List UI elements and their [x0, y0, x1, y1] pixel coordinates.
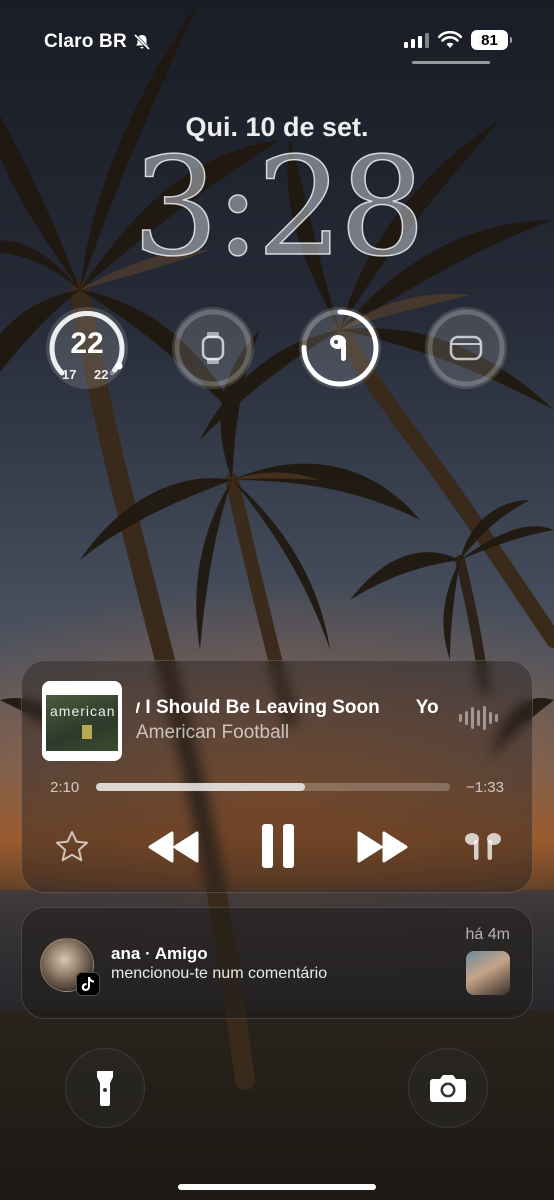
rewind-button[interactable] — [146, 825, 202, 869]
airpods-battery-widget[interactable] — [299, 307, 381, 389]
weather-widget[interactable]: 22 17 22 — [46, 307, 128, 389]
battery-level: 81 — [481, 31, 498, 49]
track-title-text: How I Should Be Leaving Soon — [136, 697, 380, 718]
flashlight-button[interactable] — [65, 1048, 145, 1128]
carrier-label: Claro BR — [44, 31, 127, 52]
status-icons: 81 — [404, 30, 512, 50]
temperature-current: 22 — [70, 327, 104, 360]
fast-forward-icon — [357, 831, 408, 863]
album-artwork[interactable]: american — [42, 681, 122, 761]
temperature-low: 17 — [62, 367, 77, 382]
flashlight-icon — [97, 1071, 113, 1106]
notification-title: ana · Amigo — [111, 944, 208, 963]
airpods-battery-ring — [301, 309, 379, 387]
wifi-icon — [438, 31, 462, 48]
waveform-icon — [459, 705, 498, 731]
audio-output-button[interactable] — [463, 827, 503, 867]
notification-card[interactable]: ana · Amigo mencionou-te num comentário … — [21, 907, 533, 1019]
home-indicator[interactable] — [178, 1184, 376, 1190]
track-title-next: Yo — [415, 697, 439, 718]
status-underline — [412, 61, 490, 64]
battery-icon: 81 — [471, 30, 512, 50]
watch-battery-widget[interactable] — [172, 307, 254, 389]
track-title-marquee: How I Should Be Leaving Soon Yo — [136, 697, 456, 725]
playback-scrubber[interactable] — [96, 783, 450, 791]
pause-icon — [262, 824, 294, 868]
airpods-case-battery-widget[interactable] — [425, 307, 507, 389]
time-elapsed: 2:10 — [50, 779, 80, 796]
airpods-icon — [465, 833, 501, 860]
track-artist: American Football — [136, 722, 290, 743]
favorite-button[interactable] — [52, 827, 92, 867]
pause-button[interactable] — [256, 821, 300, 871]
album-cover-text: american — [50, 703, 116, 719]
status-bar: Claro BR 81 — [0, 0, 554, 70]
camera-button[interactable] — [408, 1048, 488, 1128]
rewind-icon — [148, 831, 199, 863]
tiktok-icon — [76, 972, 100, 996]
lock-time[interactable]: 3:28 — [0, 139, 554, 277]
carrier: Claro BR — [44, 31, 151, 53]
now-playing-card[interactable]: american How I Should Be Leaving SoonYo … — [21, 660, 533, 893]
time-remaining: −1:33 — [466, 779, 504, 796]
track-title: How I Should Be Leaving Soon Yo — [136, 697, 439, 719]
playback-progress — [96, 783, 305, 791]
fast-forward-button[interactable] — [354, 825, 410, 869]
notification-body: mencionou-te num comentário — [111, 965, 328, 982]
notification-thumbnail — [466, 951, 510, 995]
signal-icon — [404, 32, 429, 48]
watch-battery-ring — [174, 309, 252, 387]
star-icon — [56, 831, 88, 862]
temperature-high: 22 — [94, 367, 109, 382]
camera-icon — [430, 1075, 466, 1102]
bell-slash-icon — [133, 33, 150, 51]
case-battery-ring — [427, 309, 505, 387]
notification-time: há 4m — [465, 926, 510, 943]
